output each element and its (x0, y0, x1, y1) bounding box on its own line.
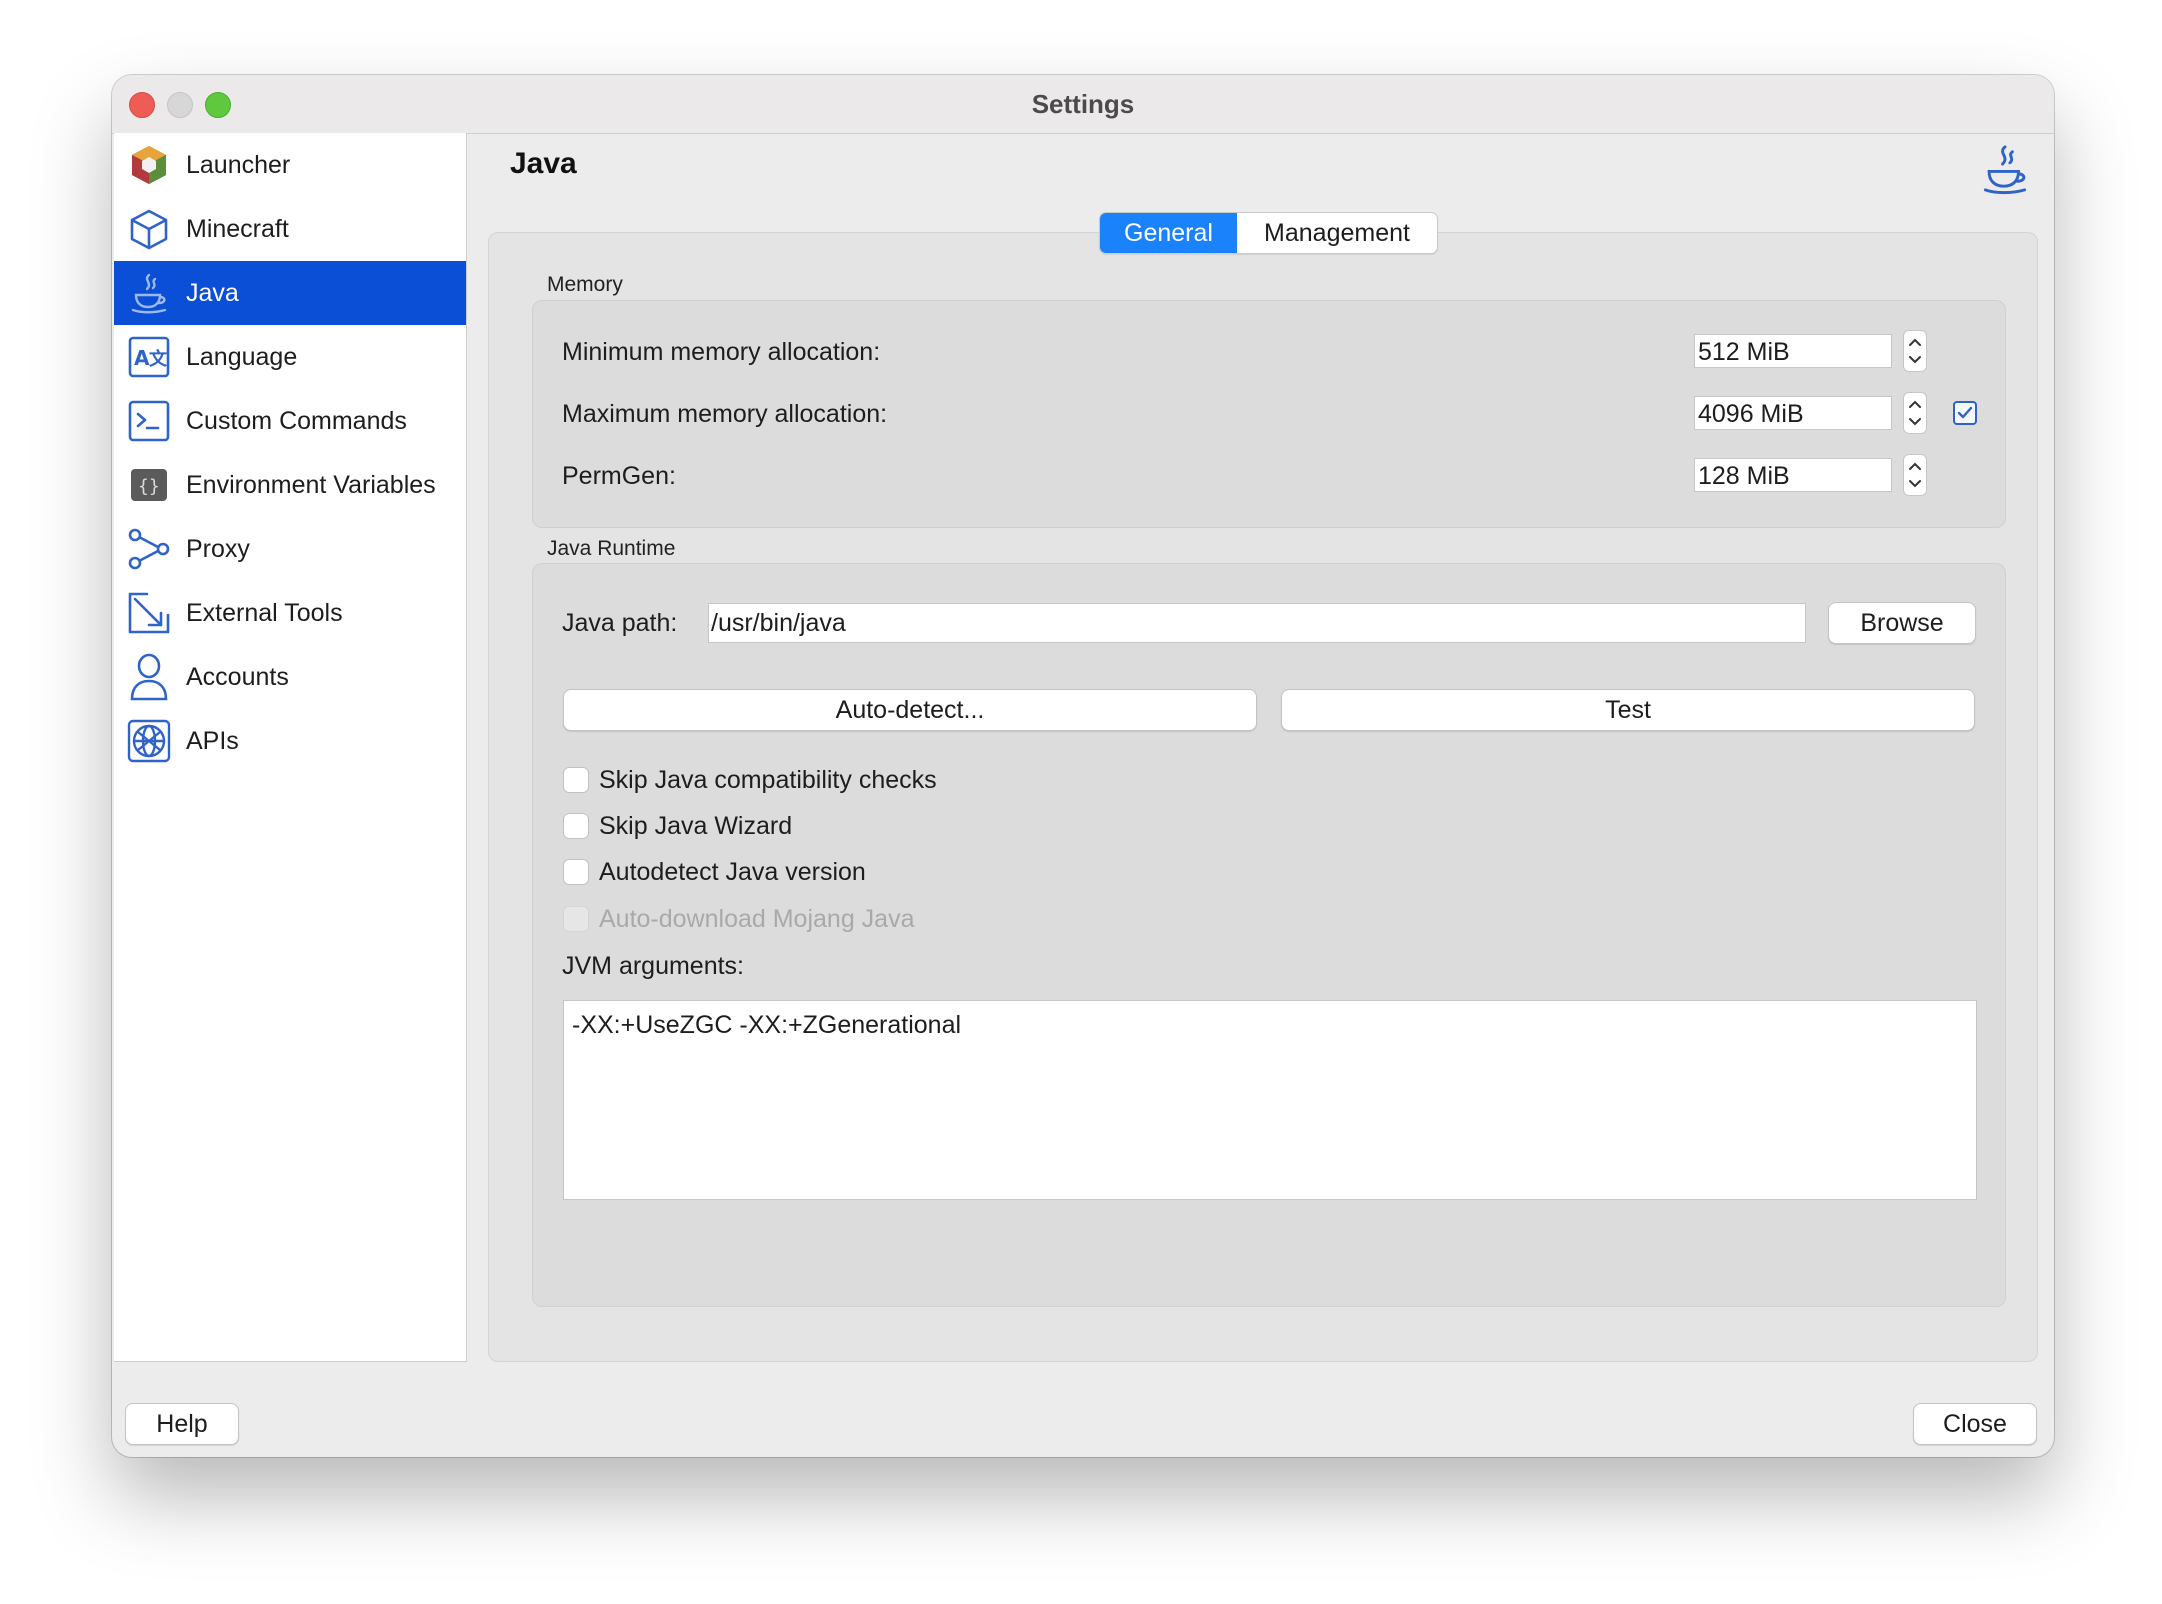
autodetect-java-version-checkbox[interactable] (563, 859, 589, 885)
memory-group-title: Memory (547, 273, 623, 296)
tab-general[interactable]: General (1100, 213, 1237, 253)
sidebar-item-label: External Tools (186, 598, 343, 627)
skip-java-wizard-label: Skip Java Wizard (599, 812, 793, 840)
terminal-icon (126, 398, 172, 444)
java-cup-icon (126, 270, 172, 316)
test-button[interactable]: Test (1281, 689, 1975, 731)
help-button[interactable]: Help (125, 1403, 239, 1445)
autodetect-java-version-label: Autodetect Java version (599, 858, 866, 886)
window-title: Settings (1031, 89, 1135, 119)
sidebar-item-label: Launcher (186, 150, 291, 179)
sidebar-item-label: Environment Variables (186, 470, 436, 499)
permgen-stepper[interactable] (1903, 454, 1927, 496)
min-memory-stepper[interactable] (1903, 330, 1927, 372)
svg-text:文: 文 (149, 348, 168, 370)
min-memory-label: Minimum memory allocation: (562, 338, 881, 366)
sidebar-item-label: Accounts (186, 662, 289, 691)
max-memory-stepper[interactable] (1903, 392, 1927, 434)
max-memory-input[interactable]: 4096 MiB (1694, 396, 1892, 430)
sidebar-item-language[interactable]: A 文 Language (114, 325, 466, 389)
sidebar-item-label: Minecraft (186, 214, 289, 243)
user-icon (126, 653, 172, 701)
sidebar-item-label: Java (186, 278, 239, 307)
browse-button[interactable]: Browse (1828, 602, 1976, 644)
sidebar-item-proxy[interactable]: Proxy (114, 517, 466, 581)
share-nodes-icon (126, 526, 172, 572)
java-runtime-group-title: Java Runtime (547, 537, 676, 560)
translate-icon: A 文 (126, 334, 172, 380)
tab-bar: General Management (1099, 212, 1438, 254)
settings-window: Settings Launcher Minecraft Java A 文 Lan… (112, 75, 2054, 1457)
sidebar: Launcher Minecraft Java A 文 Language Cus… (114, 133, 467, 1362)
java-path-label: Java path: (562, 609, 678, 637)
title-bar: Settings (112, 75, 2054, 134)
java-path-input[interactable]: /usr/bin/java (708, 603, 1806, 643)
sidebar-item-label: APIs (186, 726, 239, 755)
env-braces-icon: {} (126, 462, 172, 508)
jvm-arguments-textarea[interactable]: -XX:+UseZGC -XX:+ZGenerational (563, 1000, 1977, 1200)
skip-compat-checks-checkbox[interactable] (563, 767, 589, 793)
permgen-input[interactable]: 128 MiB (1694, 458, 1892, 492)
jvm-arguments-label: JVM arguments: (562, 952, 745, 980)
auto-download-mojang-java-checkbox (563, 906, 589, 932)
page-title: Java (510, 147, 577, 180)
launcher-icon (126, 142, 172, 188)
globe-icon (126, 718, 172, 764)
sidebar-item-custom-commands[interactable]: Custom Commands (114, 389, 466, 453)
skip-compat-checks-label: Skip Java compatibility checks (599, 766, 937, 794)
skip-java-wizard-checkbox[interactable] (563, 813, 589, 839)
sidebar-item-label: Language (186, 342, 298, 371)
auto-detect-button[interactable]: Auto-detect... (563, 689, 1257, 731)
external-arrow-icon (126, 590, 172, 636)
min-memory-input[interactable]: 512 MiB (1694, 334, 1892, 368)
sidebar-item-label: Proxy (186, 534, 250, 563)
svg-text:A: A (134, 346, 150, 370)
sidebar-item-java[interactable]: Java (114, 261, 466, 325)
max-memory-label: Maximum memory allocation: (562, 400, 888, 428)
sidebar-item-minecraft[interactable]: Minecraft (114, 197, 466, 261)
sidebar-item-label: Custom Commands (186, 406, 407, 435)
sidebar-item-launcher[interactable]: Launcher (114, 133, 466, 197)
auto-download-mojang-java-label: Auto-download Mojang Java (599, 905, 915, 933)
permgen-label: PermGen: (562, 462, 676, 490)
tab-management[interactable]: Management (1237, 213, 1437, 253)
svg-text:{}: {} (138, 476, 160, 497)
sidebar-item-apis[interactable]: APIs (114, 709, 466, 773)
memory-warning-checkbox[interactable] (1953, 401, 1977, 425)
sidebar-item-accounts[interactable]: Accounts (114, 645, 466, 709)
java-cup-icon (1978, 142, 2032, 196)
cube-icon (126, 206, 172, 252)
sidebar-item-external-tools[interactable]: External Tools (114, 581, 466, 645)
close-button[interactable]: Close (1913, 1403, 2037, 1445)
sidebar-item-environment-variables[interactable]: {} Environment Variables (114, 453, 466, 517)
